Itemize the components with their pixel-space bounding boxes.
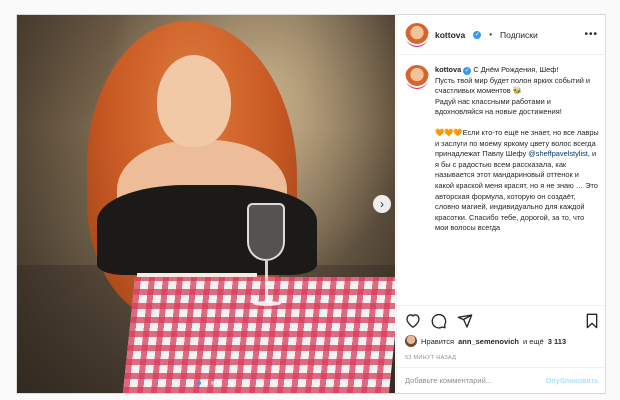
liker-avatar[interactable] bbox=[405, 335, 417, 347]
post-timestamp[interactable]: 53 МИНУТ НАЗАД bbox=[405, 355, 456, 361]
avatar[interactable] bbox=[405, 22, 429, 47]
post-photo[interactable]: › bbox=[17, 15, 395, 393]
hearts-emoji: 🧡🧡🧡 bbox=[435, 127, 463, 137]
comment-form: Опубликовать bbox=[397, 367, 607, 393]
comment-input[interactable] bbox=[405, 376, 546, 385]
caption-text: kottova ✓ С Днём Рождения, Шеф! Пусть тво… bbox=[435, 65, 599, 305]
post-side-panel: kottova ✓ • Подписки ••• kottova ✓ С Днём… bbox=[396, 15, 607, 393]
carousel-next-button[interactable]: › bbox=[373, 195, 391, 213]
caption-paragraph-1: kottova ✓ С Днём Рождения, Шеф! Пусть тво… bbox=[435, 65, 599, 118]
comment-icon[interactable] bbox=[431, 313, 447, 329]
carousel-dot bbox=[197, 381, 201, 385]
photo-face bbox=[157, 55, 231, 147]
photo-checkered-table bbox=[122, 277, 395, 393]
carousel-dot bbox=[211, 381, 215, 385]
carousel-dots bbox=[197, 381, 222, 385]
bookmark-icon[interactable] bbox=[585, 313, 599, 329]
caption-paragraph-2: 🧡🧡🧡Если кто-то ещё не знает, но все лавр… bbox=[435, 128, 599, 234]
likes-summary: Нравится ann_semenovich и ещё 3 113 bbox=[405, 335, 566, 347]
carousel-dot bbox=[218, 381, 222, 385]
likes-prefix: Нравится bbox=[421, 336, 455, 346]
chevron-right-icon: › bbox=[380, 197, 384, 211]
post-actions bbox=[397, 305, 607, 335]
header-username[interactable]: kottova bbox=[435, 30, 465, 40]
publish-button[interactable]: Опубликовать bbox=[545, 376, 599, 385]
caption-body-b: , и я бы с радостью всем рассказала, как… bbox=[435, 149, 598, 233]
photo-wine-glass-base bbox=[253, 301, 281, 306]
photo-wine-glass bbox=[247, 203, 285, 261]
share-icon[interactable] bbox=[457, 313, 473, 329]
caption-avatar[interactable] bbox=[405, 65, 429, 89]
photo-wine-glass-stem bbox=[265, 261, 268, 303]
post-header: kottova ✓ • Подписки ••• bbox=[397, 15, 606, 55]
more-options-icon[interactable]: ••• bbox=[584, 29, 598, 40]
post-modal: › kottova ✓ • Подписки ••• kottova ✓ С Дн… bbox=[16, 14, 607, 394]
heart-icon[interactable] bbox=[405, 313, 421, 328]
following-button[interactable]: Подписки bbox=[500, 30, 538, 40]
carousel-dot bbox=[204, 381, 208, 385]
header-separator: • bbox=[489, 30, 493, 39]
liker-username[interactable]: ann_semenovich bbox=[458, 337, 519, 346]
likes-count[interactable]: 3 113 bbox=[548, 337, 566, 346]
caption-verified-badge-icon: ✓ bbox=[463, 67, 472, 75]
post-caption: kottova ✓ С Днём Рождения, Шеф! Пусть тво… bbox=[397, 55, 607, 305]
verified-badge-icon: ✓ bbox=[473, 30, 482, 39]
mention-link[interactable]: @sheffpavelstylist bbox=[528, 149, 588, 158]
caption-username[interactable]: kottova bbox=[435, 65, 461, 74]
likes-middle: и ещё bbox=[522, 336, 544, 346]
